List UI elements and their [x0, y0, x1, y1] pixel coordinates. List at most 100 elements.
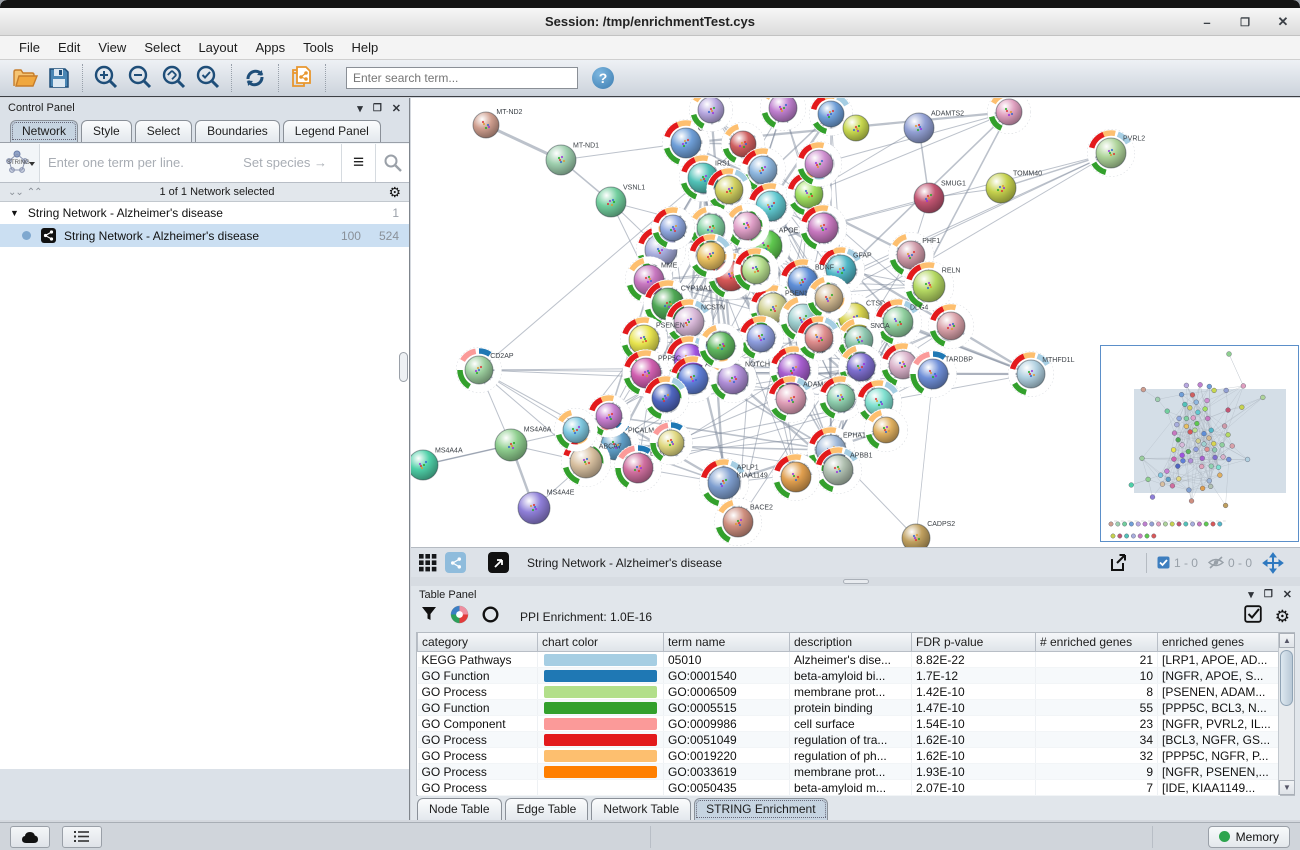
menu-help[interactable]: Help: [343, 38, 388, 57]
table-row[interactable]: GO ComponentGO:0009986cell surface1.54E-…: [418, 716, 1280, 732]
refresh-icon[interactable]: [238, 63, 272, 93]
table-panel-float-icon[interactable]: ❐: [1264, 589, 1273, 600]
select-columns-icon[interactable]: [1244, 605, 1262, 628]
task-history-button[interactable]: [10, 826, 50, 848]
network-node[interactable]: [734, 248, 779, 293]
network-node[interactable]: [761, 98, 806, 131]
column-header-chart-color[interactable]: chart color: [538, 633, 664, 652]
tab-string-enrichment[interactable]: STRING Enrichment: [694, 798, 827, 820]
birds-eye-view[interactable]: [1100, 345, 1299, 542]
network-node-ms4a4e[interactable]: MS4A4E: [518, 489, 575, 524]
help-icon[interactable]: ?: [592, 67, 614, 89]
network-node[interactable]: [689, 234, 734, 279]
tree-expanded-icon[interactable]: ▼: [10, 208, 19, 218]
network-node[interactable]: [929, 304, 974, 349]
network-from-clipboard-icon[interactable]: [285, 63, 319, 93]
column-header--enriched-genes[interactable]: # enriched genes: [1036, 633, 1158, 652]
network-node-vsnl1[interactable]: VSNL1: [596, 184, 645, 217]
search-input[interactable]: [346, 67, 578, 89]
enrichment-chart-icon[interactable]: [450, 605, 469, 629]
scrollbar-thumb[interactable]: [1280, 650, 1293, 706]
column-header-category[interactable]: category: [418, 633, 538, 652]
network-node[interactable]: [644, 376, 689, 421]
network-node[interactable]: [650, 422, 693, 465]
menu-layout[interactable]: Layout: [189, 38, 246, 57]
table-settings-gear-icon[interactable]: ⚙: [1275, 607, 1290, 627]
column-header-description[interactable]: description: [790, 633, 912, 652]
column-header-term-name[interactable]: term name: [664, 633, 790, 652]
string-options-menu-icon[interactable]: ≡: [341, 144, 375, 182]
zoom-selected-icon[interactable]: [191, 63, 225, 93]
column-header-FDR-p-value[interactable]: FDR p-value: [912, 633, 1036, 652]
menu-view[interactable]: View: [89, 38, 135, 57]
save-session-button[interactable]: [42, 63, 76, 93]
table-row[interactable]: GO ProcessGO:0050435beta-amyloid m...2.0…: [418, 780, 1280, 796]
panel-split-handle[interactable]: [399, 352, 408, 382]
network-node-cadps2[interactable]: CADPS2: [902, 521, 955, 547]
menu-file[interactable]: File: [10, 38, 49, 57]
string-search-icon[interactable]: [375, 144, 409, 182]
share-network-icon[interactable]: [445, 552, 466, 573]
network-node[interactable]: [652, 207, 695, 250]
panel-float-icon[interactable]: ❐: [373, 103, 382, 114]
tab-legend-panel[interactable]: Legend Panel: [283, 120, 381, 142]
memory-button[interactable]: Memory: [1208, 826, 1290, 848]
open-file-button[interactable]: [8, 63, 42, 93]
table-scrollbar[interactable]: ▲ ▼: [1278, 633, 1294, 795]
close-button[interactable]: ✕: [1276, 14, 1290, 30]
network-row[interactable]: String Network - Alzheimer's disease 100…: [0, 224, 409, 247]
menu-edit[interactable]: Edit: [49, 38, 89, 57]
tab-network-table[interactable]: Network Table: [591, 798, 691, 820]
network-node-pvrl2[interactable]: PVRL2: [1088, 130, 1146, 177]
maximize-button[interactable]: ❐: [1238, 16, 1252, 29]
network-node[interactable]: [843, 115, 869, 141]
menu-tools[interactable]: Tools: [294, 38, 342, 57]
network-node-ms4a4a[interactable]: MS4A4A: [411, 447, 463, 480]
tab-node-table[interactable]: Node Table: [417, 798, 502, 820]
network-node[interactable]: [797, 316, 842, 361]
minimize-button[interactable]: –: [1200, 15, 1214, 30]
network-node[interactable]: [797, 142, 842, 187]
tab-select[interactable]: Select: [135, 120, 192, 142]
network-node-reln[interactable]: RELN: [905, 262, 961, 311]
table-panel-close-icon[interactable]: ✕: [1283, 588, 1292, 601]
panel-collapse-icon[interactable]: ▾: [357, 102, 363, 115]
network-node[interactable]: [807, 276, 852, 321]
filter-icon[interactable]: [421, 606, 437, 627]
network-node[interactable]: [988, 98, 1031, 134]
table-row[interactable]: GO ProcessGO:0019220regulation of ph...1…: [418, 748, 1280, 764]
network-node-mt-nd2[interactable]: MT-ND2: [473, 109, 523, 138]
network-collection-row[interactable]: ▼ String Network - Alzheimer's disease 1: [0, 202, 409, 224]
string-term-input[interactable]: Enter one term per line. Set species →: [40, 144, 341, 182]
table-panel-collapse-icon[interactable]: ▾: [1248, 588, 1254, 601]
network-options-gear-icon[interactable]: ⚙: [388, 184, 401, 201]
ring-chart-icon[interactable]: [482, 606, 499, 628]
table-row[interactable]: GO ProcessGO:0033619membrane prot...1.93…: [418, 764, 1280, 780]
network-node[interactable]: [865, 409, 908, 452]
zoom-fit-icon[interactable]: [157, 63, 191, 93]
collapse-all-icon[interactable]: ⌄⌄: [8, 187, 23, 198]
scroll-up-icon[interactable]: ▲: [1279, 633, 1295, 648]
network-node-bace2[interactable]: BACE2: [715, 499, 774, 546]
zoom-in-icon[interactable]: [89, 63, 123, 93]
table-row[interactable]: KEGG Pathways05010Alzheimer's dise...8.8…: [418, 652, 1280, 668]
pan-navigate-icon[interactable]: [1262, 552, 1284, 574]
task-list-button[interactable]: [62, 826, 102, 848]
table-row[interactable]: GO ProcessGO:0006509membrane prot...1.42…: [418, 684, 1280, 700]
menu-apps[interactable]: Apps: [247, 38, 295, 57]
export-network-icon[interactable]: [1108, 553, 1128, 573]
network-node[interactable]: [555, 409, 598, 452]
scroll-down-icon[interactable]: ▼: [1279, 780, 1295, 795]
table-row[interactable]: GO FunctionGO:0005515protein binding1.47…: [418, 700, 1280, 716]
table-row[interactable]: GO FunctionGO:0001540beta-amyloid bi...1…: [418, 668, 1280, 684]
network-node-ms4a6a[interactable]: MS4A6A: [495, 426, 552, 461]
network-node-mt-nd1[interactable]: MT-ND1: [546, 142, 599, 175]
table-row[interactable]: GO ProcessGO:0051049regulation of tra...…: [418, 732, 1280, 748]
string-logo-dropdown[interactable]: STRING: [0, 144, 40, 182]
column-header-enriched-genes[interactable]: enriched genes: [1158, 633, 1280, 652]
zoom-out-icon[interactable]: [123, 63, 157, 93]
open-in-browser-icon[interactable]: [488, 552, 509, 573]
set-species-label[interactable]: Set species →: [243, 155, 327, 170]
network-node-mthfd1l[interactable]: MTHFD1L: [1009, 352, 1075, 397]
grid-view-icon[interactable]: [419, 554, 437, 572]
